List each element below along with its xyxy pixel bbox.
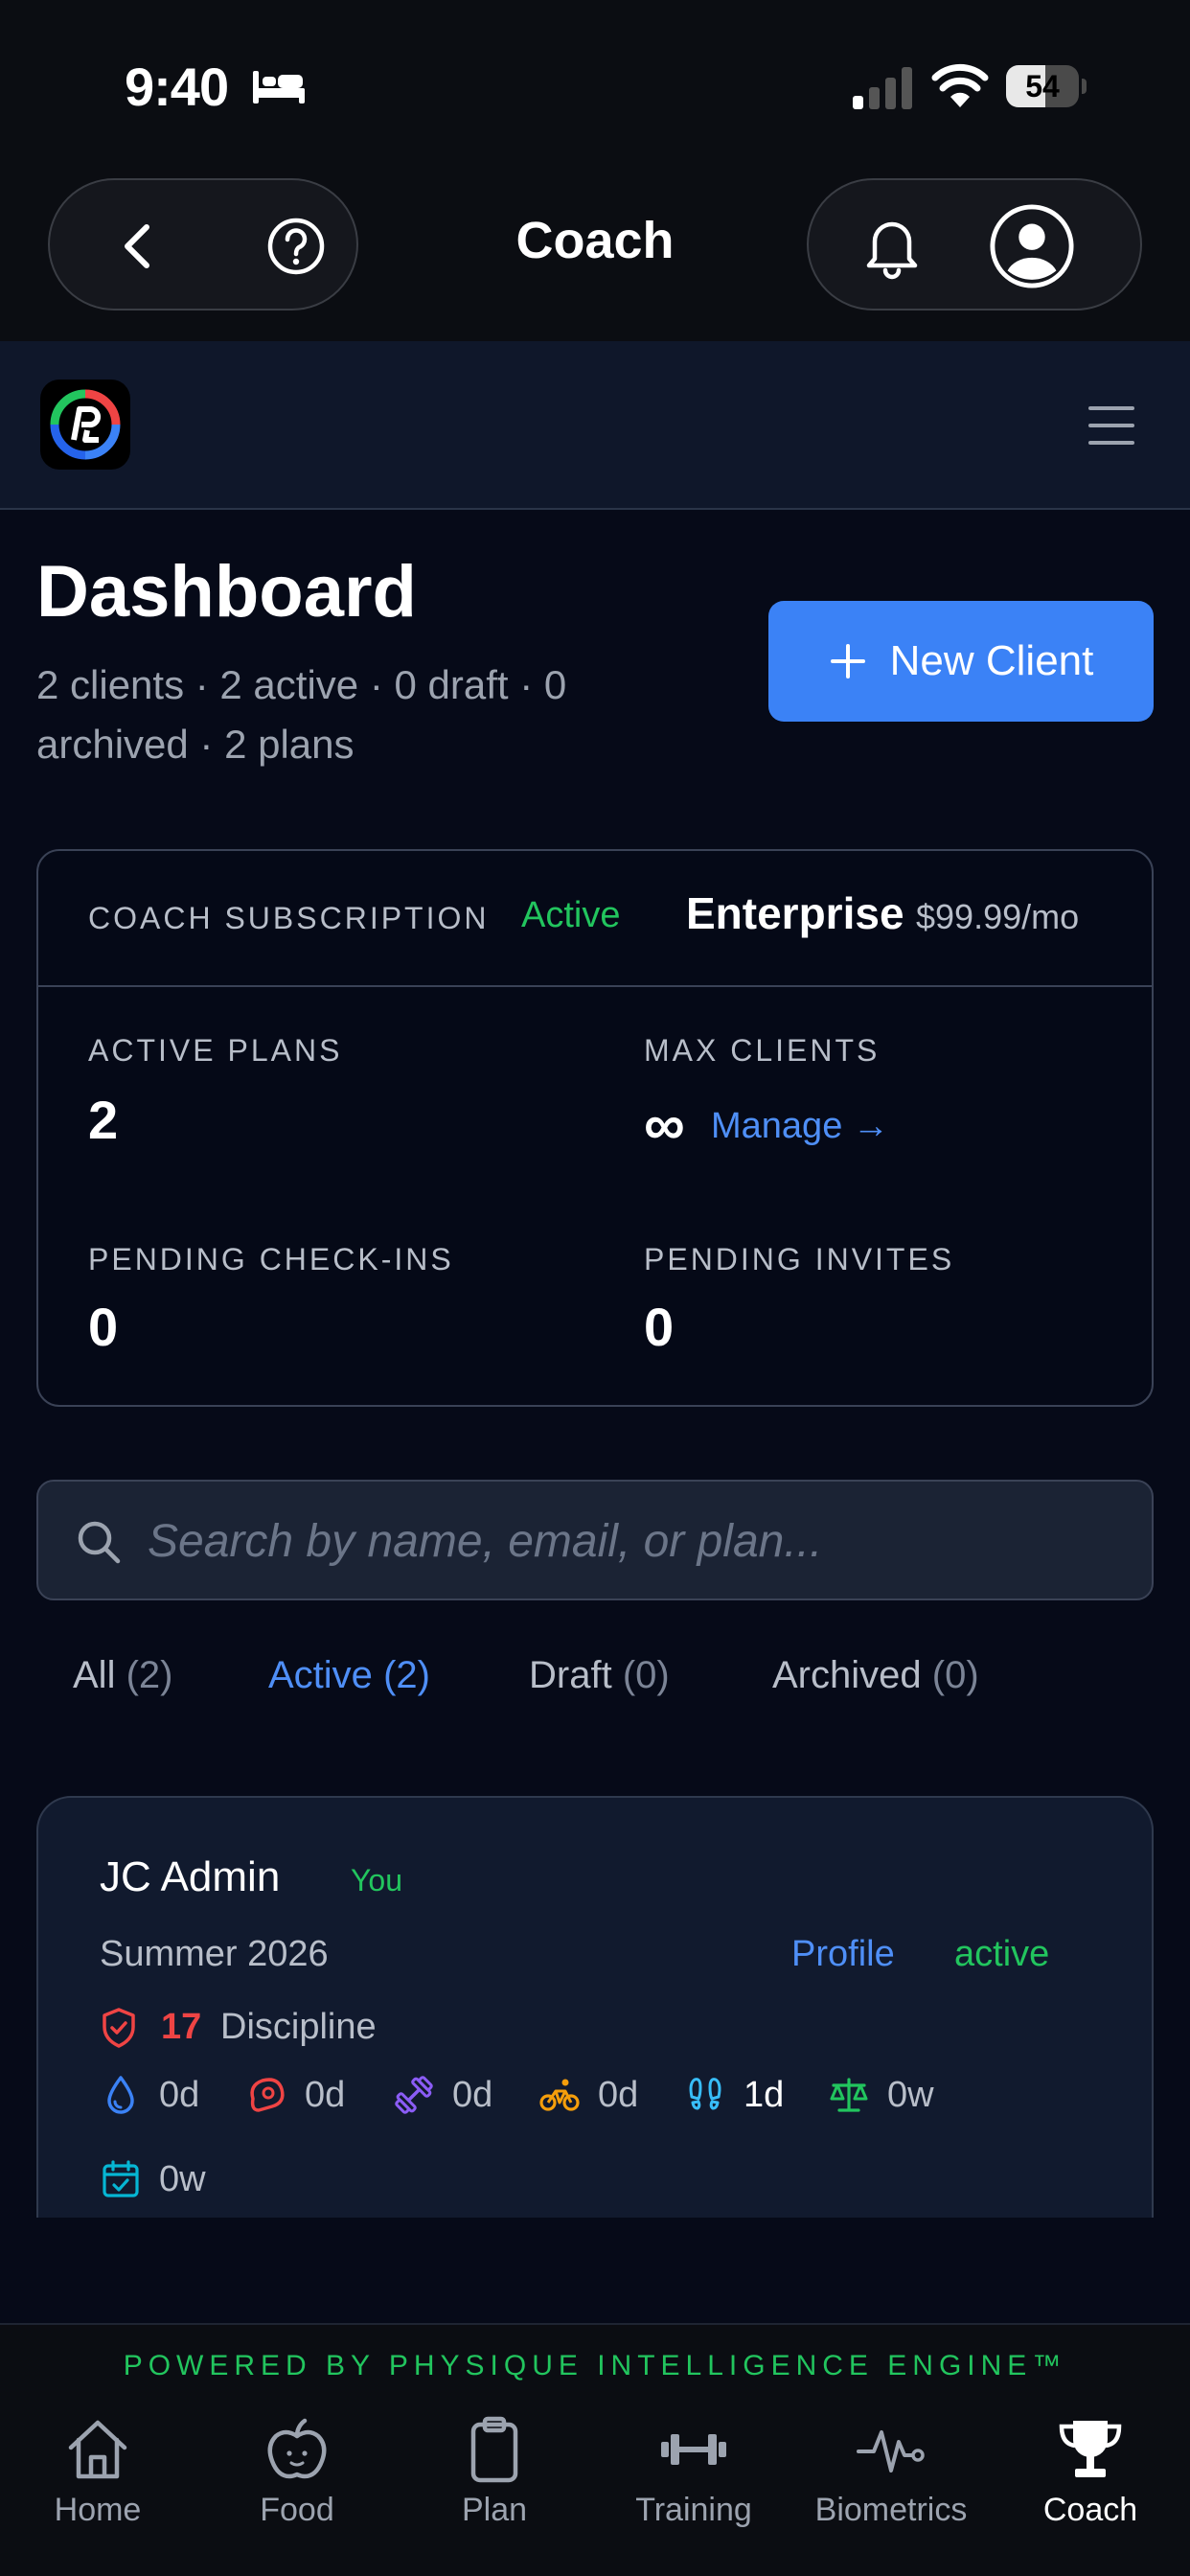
nav-home-label: Home xyxy=(54,2492,142,2528)
tab-active[interactable]: Active (2) xyxy=(268,1654,430,1697)
app-logo[interactable] xyxy=(40,380,130,470)
metric-water: 0d xyxy=(100,2072,199,2118)
header-right-controls xyxy=(807,178,1142,310)
plus-icon xyxy=(830,644,865,678)
nav-food-label: Food xyxy=(260,2492,334,2528)
battery-indicator: 54 xyxy=(1006,65,1087,107)
nav-food[interactable]: Food xyxy=(201,2396,393,2540)
manage-subscription-link[interactable]: Manage → xyxy=(711,1106,889,1147)
app-logo-icon xyxy=(50,389,121,460)
footprints-icon xyxy=(689,2078,721,2110)
nav-training[interactable]: Training xyxy=(598,2396,790,2540)
wifi-icon xyxy=(931,63,989,107)
metric-training: 0d xyxy=(393,2072,492,2118)
pending-checkins-label: PENDING CHECK-INS xyxy=(88,1242,454,1276)
bed-icon xyxy=(253,71,305,104)
nav-coach-label: Coach xyxy=(1042,2492,1138,2528)
shield-check-icon xyxy=(103,2008,135,2048)
client-card[interactable]: JC Admin You Summer 2026 Profile active … xyxy=(36,1796,1154,2218)
nav-plan-label: Plan xyxy=(461,2492,528,2528)
bicycle-icon xyxy=(539,2079,580,2111)
new-client-button[interactable]: New Client xyxy=(768,601,1154,722)
search-icon xyxy=(78,1521,121,1564)
discipline-label: Discipline xyxy=(220,2007,377,2047)
tab-all[interactable]: All (2) xyxy=(73,1654,172,1697)
client-you-badge: You xyxy=(351,1863,402,1898)
water-drop-icon xyxy=(107,2076,134,2114)
battery-percent: 54 xyxy=(1025,69,1060,104)
tab-archived[interactable]: Archived (0) xyxy=(772,1654,979,1697)
heartbeat-icon xyxy=(857,2430,925,2472)
home-icon xyxy=(68,2420,127,2479)
bottom-nav: POWERED BY PHYSIQUE INTELLIGENCE ENGINE™… xyxy=(0,2323,1190,2576)
nav-biometrics-label: Biometrics xyxy=(814,2492,968,2528)
nav-plan[interactable]: Plan xyxy=(399,2396,590,2540)
tab-draft[interactable]: Draft (0) xyxy=(529,1654,670,1697)
app-header: Coach xyxy=(0,172,1190,341)
search-box xyxy=(36,1480,1154,1600)
metric-cardio: 0d xyxy=(538,2072,638,2118)
metric-protein: 0d xyxy=(245,2072,345,2118)
pending-invites-value: 0 xyxy=(644,1297,675,1357)
subscription-status: Active xyxy=(521,895,621,935)
pending-checkins-value: 0 xyxy=(88,1297,119,1357)
scale-icon xyxy=(830,2078,868,2112)
client-profile-link[interactable]: Profile xyxy=(791,1934,895,1975)
calendar-check-icon xyxy=(103,2160,139,2197)
metric-weight: 0w xyxy=(828,2072,934,2118)
profile-button[interactable] xyxy=(989,203,1075,289)
apple-icon xyxy=(267,2418,327,2479)
notifications-button[interactable] xyxy=(849,203,935,289)
subscription-label: COACH SUBSCRIPTION xyxy=(88,901,490,935)
client-name: JC Admin xyxy=(100,1853,281,1900)
discipline-score: 17 xyxy=(161,2007,202,2047)
status-bar: 9:40 54 xyxy=(0,0,1190,172)
subscription-header: COACH SUBSCRIPTION Active Enterprise $99… xyxy=(38,851,1152,987)
client-plan: Summer 2026 xyxy=(100,1934,329,1974)
hamburger-menu-icon[interactable] xyxy=(1083,399,1140,452)
subscription-price: $99.99/mo xyxy=(916,897,1080,936)
max-clients-value: ∞ xyxy=(644,1092,685,1157)
subscription-tier: Enterprise xyxy=(686,888,904,938)
metric-steps: 1d xyxy=(684,2072,784,2118)
dumbbell-icon xyxy=(395,2076,433,2114)
steak-icon xyxy=(250,2078,285,2112)
bell-icon xyxy=(866,221,918,280)
pending-invites-label: PENDING INVITES xyxy=(644,1242,955,1276)
metric-checkins: 0w xyxy=(100,2156,206,2202)
page-subtitle: 2 clients · 2 active · 0 draft · 0 archi… xyxy=(36,662,567,767)
active-plans-label: ACTIVE PLANS xyxy=(88,1033,343,1068)
page-title: Dashboard xyxy=(36,551,417,632)
powered-by-footer: POWERED BY PHYSIQUE INTELLIGENCE ENGINE™ xyxy=(123,2350,1067,2381)
nav-biometrics[interactable]: Biometrics xyxy=(795,2396,987,2540)
client-status-badge: active xyxy=(954,1934,1050,1974)
max-clients-label: MAX CLIENTS xyxy=(644,1033,881,1068)
dumbbell-icon xyxy=(661,2434,726,2465)
nav-training-label: Training xyxy=(635,2492,752,2528)
new-client-label: New Client xyxy=(889,637,1094,684)
nav-home[interactable]: Home xyxy=(2,2396,194,2540)
top-nav xyxy=(0,341,1190,510)
user-circle-icon xyxy=(990,204,1074,288)
clipboard-icon xyxy=(470,2416,518,2483)
subscription-card: COACH SUBSCRIPTION Active Enterprise $99… xyxy=(36,849,1154,1407)
trophy-icon xyxy=(1059,2421,1122,2477)
nav-coach[interactable]: Coach xyxy=(995,2396,1186,2540)
active-plans-value: 2 xyxy=(88,1090,119,1150)
status-time: 9:40 xyxy=(125,57,229,117)
cellular-signal-icon xyxy=(853,67,912,109)
search-input[interactable] xyxy=(148,1501,1125,1581)
